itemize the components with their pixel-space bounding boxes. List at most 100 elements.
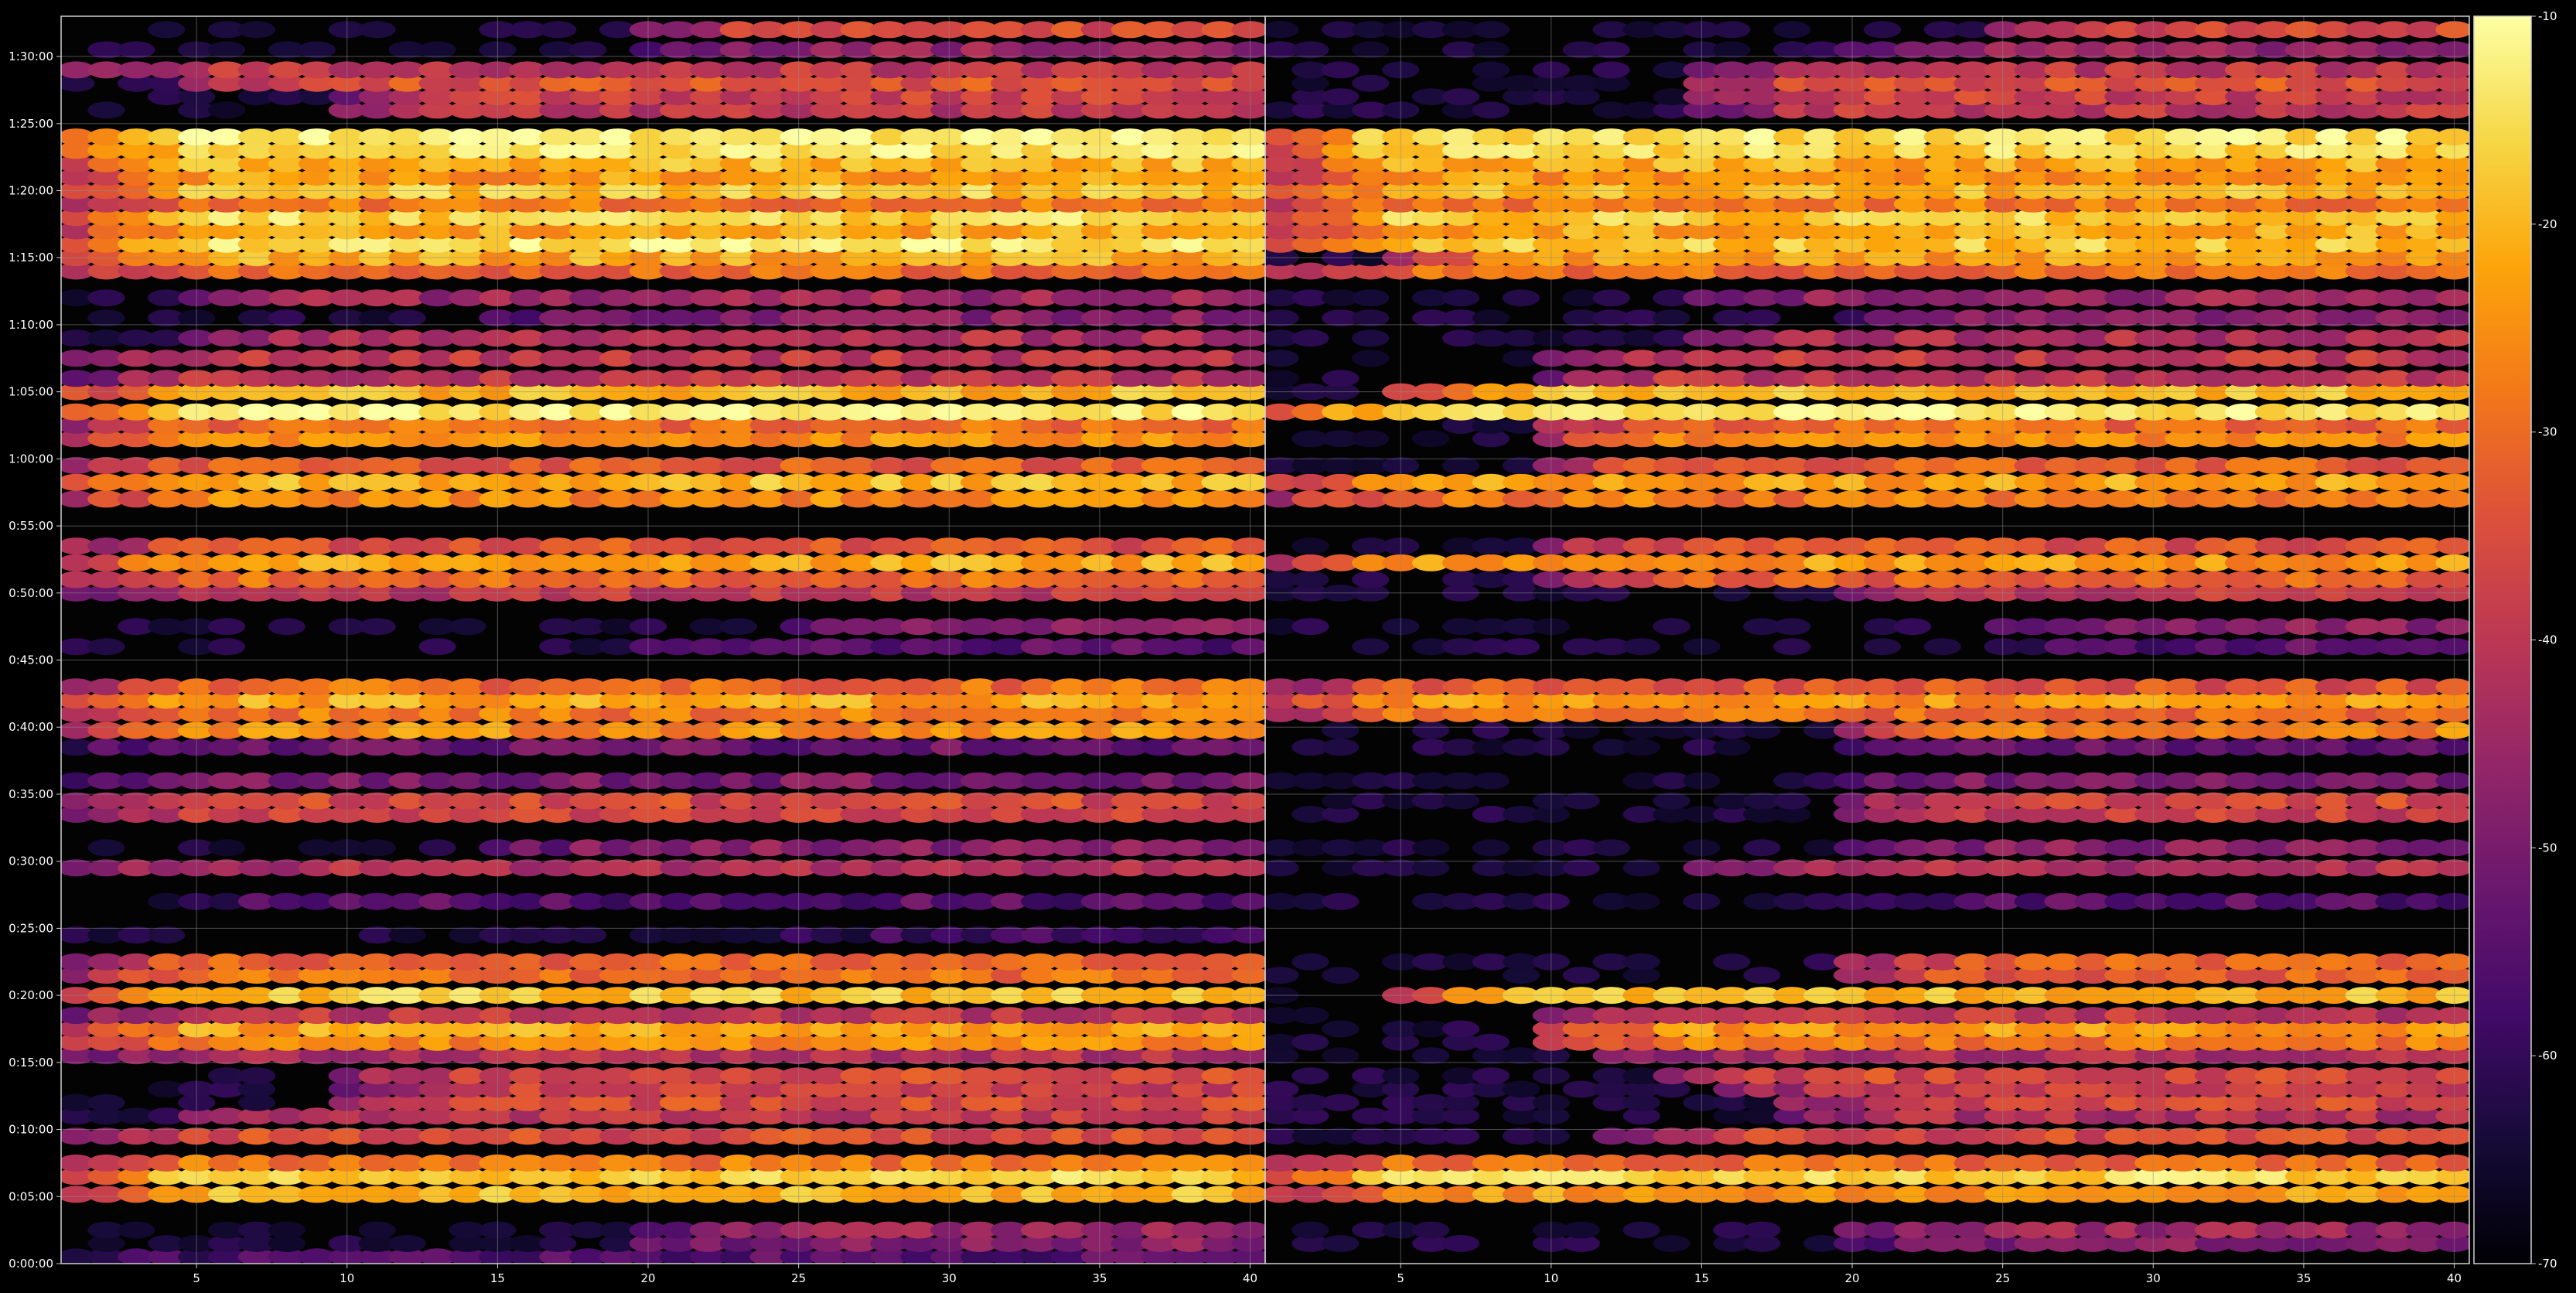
left-heat-cell xyxy=(539,21,577,39)
left-x-tick-label: 20 xyxy=(640,1271,655,1285)
right-heat-cell xyxy=(1653,1235,1691,1252)
right-heat-cell xyxy=(1442,1128,1480,1145)
right-heat-cell xyxy=(1265,350,1299,367)
right-x-tick-label: 5 xyxy=(1397,1271,1404,1285)
right-x-tick-label: 25 xyxy=(1995,1271,2010,1285)
right-heat-cell xyxy=(1265,859,1299,877)
right-heat-cell xyxy=(1592,41,1630,59)
left-heat-cell xyxy=(358,618,396,636)
left-heat-cell xyxy=(87,101,125,119)
right-heat-cell xyxy=(1322,739,1360,756)
y-tick-label: 0:40:00 xyxy=(9,720,53,734)
right-heat-cell xyxy=(1622,859,1660,877)
y-tick-label: 1:10:00 xyxy=(9,318,53,332)
left-x-axis-ticks: 5 10 15 20 25 30 35 40 xyxy=(193,1264,1257,1285)
right-heat-cell xyxy=(1893,618,1931,636)
left-heat-cell xyxy=(148,926,186,944)
left-heat-cell xyxy=(208,101,246,119)
left-x-tick-label: 25 xyxy=(791,1271,806,1285)
right-heat-cell xyxy=(1472,41,1510,59)
right-heat-cell xyxy=(1472,309,1510,327)
right-heat-cell xyxy=(1352,350,1390,367)
right-heat-cell xyxy=(1562,792,1600,810)
right-heat-cell xyxy=(1322,370,1360,387)
left-heat-cell xyxy=(719,618,757,636)
right-heat-cell xyxy=(1713,739,1751,756)
right-heat-cell xyxy=(1622,638,1660,656)
right-heat-cell xyxy=(1442,792,1480,810)
right-heat-cell xyxy=(1863,21,1902,39)
right-heat-cell xyxy=(1412,430,1450,448)
left-x-tick-label: 40 xyxy=(1243,1271,1257,1285)
y-tick-label: 0:15:00 xyxy=(9,1056,53,1070)
right-heat-cell xyxy=(1291,41,1329,59)
right-heat-cell xyxy=(1592,839,1630,857)
left-heat-cell xyxy=(418,638,456,656)
right-heat-cell xyxy=(1322,61,1360,79)
right-heat-cell xyxy=(1291,571,1329,589)
left-heat-cell xyxy=(237,21,276,39)
right-heat-cell xyxy=(1472,1033,1510,1051)
right-heat-cell xyxy=(1562,967,1600,984)
y-tick-label: 0:10:00 xyxy=(9,1123,53,1137)
left-heat-cell xyxy=(268,618,305,636)
colorbar-tick-label: -60 xyxy=(2538,1049,2557,1063)
left-heat-cell xyxy=(388,926,426,944)
colorbar-ticks: -10-20-30-40-50-60-70 xyxy=(2531,9,2557,1271)
right-heat-cell xyxy=(1743,1221,1781,1239)
left-heat-cell xyxy=(298,41,336,59)
right-heat-cell xyxy=(1773,638,1811,656)
right-heat-cell xyxy=(1352,41,1390,59)
right-x-tick-label: 15 xyxy=(1694,1271,1709,1285)
right-heat-cell xyxy=(1291,1067,1329,1085)
right-heat-cell xyxy=(1562,859,1600,877)
right-heat-cell xyxy=(1743,839,1781,857)
y-tick-label: 1:30:00 xyxy=(9,49,53,63)
right-heat-cell xyxy=(1653,792,1691,810)
right-heat-cell xyxy=(1352,571,1390,589)
right-heat-cell xyxy=(1562,722,1600,739)
colorbar-tick-label: -50 xyxy=(2538,841,2557,855)
colorbar-tick-label: -30 xyxy=(2538,425,2557,439)
right-heat-cell xyxy=(1863,638,1902,656)
left-x-tick-label: 35 xyxy=(1092,1271,1107,1285)
right-heat-cell xyxy=(1412,859,1450,877)
colorbar-tick-label: -70 xyxy=(2538,1257,2557,1271)
y-tick-label: 0:00:00 xyxy=(9,1257,53,1271)
right-heat-cell xyxy=(1622,953,1660,971)
right-heat-cell xyxy=(1502,1080,1540,1098)
right-x-tick-label: 20 xyxy=(1844,1271,1859,1285)
right-heat-cell xyxy=(1653,618,1691,636)
left-heat-cell xyxy=(208,638,246,656)
right-heat-cell xyxy=(1713,21,1751,39)
right-heat-cell xyxy=(1472,772,1510,790)
right-x-tick-label: 10 xyxy=(1544,1271,1558,1285)
y-tick-label: 0:45:00 xyxy=(9,653,53,667)
left-heat-cell xyxy=(388,309,426,327)
left-heat-cell xyxy=(87,638,125,656)
left-heat-cell xyxy=(87,839,125,857)
left-heat-cell xyxy=(87,289,125,307)
y-tick-label: 0:35:00 xyxy=(9,787,53,801)
colorbar xyxy=(2473,15,2532,1264)
right-x-axis-ticks: 5 10 15 20 25 30 35 40 xyxy=(1397,1264,2462,1285)
right-heat-cell xyxy=(1502,289,1540,307)
left-heat-cell xyxy=(87,309,125,327)
right-heat-cell xyxy=(1773,792,1811,810)
y-tick-label: 0:50:00 xyxy=(9,586,53,600)
right-heat-cell xyxy=(1472,1067,1510,1085)
right-heat-cell xyxy=(1472,722,1510,739)
left-heat-cell xyxy=(449,618,486,636)
left-heat-cell xyxy=(208,41,246,59)
right-heat-cell xyxy=(1322,1020,1360,1038)
right-heat-cell xyxy=(1412,839,1450,857)
left-x-tick-label: 30 xyxy=(942,1271,957,1285)
y-tick-label: 1:25:00 xyxy=(9,117,53,131)
right-heat-cell xyxy=(1442,457,1480,474)
left-x-tick-label: 15 xyxy=(490,1271,505,1285)
y-tick-label: 1:05:00 xyxy=(9,385,53,399)
right-heat-cell xyxy=(1291,953,1329,971)
left-heat-cell xyxy=(118,41,155,59)
left-heat-cell xyxy=(418,41,456,59)
right-heat-cell xyxy=(1322,1235,1360,1252)
